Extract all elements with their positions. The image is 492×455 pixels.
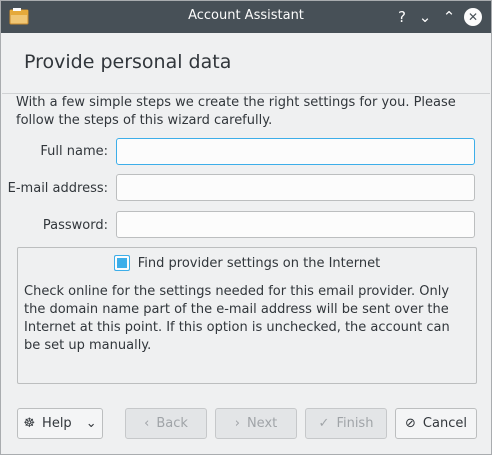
full-name-label: Full name: [40,144,108,159]
provider-checkbox[interactable] [113,255,130,271]
help-lifebuoy-icon: ☸ [23,416,36,431]
checkmark-icon: ✓ [318,416,330,431]
finish-button-label: Finish [336,416,374,431]
help-icon[interactable]: ? [392,7,412,27]
password-label: Password: [42,218,108,233]
wizard-page: Provide personal data With a few simple … [2,33,490,454]
page-title: Provide personal data [24,51,232,73]
close-button[interactable]: ✕ [464,8,482,26]
cancel-button[interactable]: ⊘ Cancel [395,408,477,439]
back-button-label: Back [156,416,188,431]
email-label: E-mail address: [7,181,108,196]
password-field[interactable] [116,211,475,238]
chevron-right-icon: › [234,416,240,431]
intro-text: With a few simple steps we create the ri… [16,95,456,128]
finish-button[interactable]: ✓ Finish [305,408,387,439]
minimize-icon[interactable]: ⌄ [415,7,435,27]
title-bar[interactable]: Account Assistant ? ⌄ ⌃ ✕ [1,1,491,33]
help-button-label: Help [42,416,72,431]
chevron-left-icon: ‹ [144,416,150,431]
provider-settings-group: Find provider settings on the Internet C… [17,247,477,384]
back-button[interactable]: ‹ Back [125,408,207,439]
provider-checkbox-label[interactable]: Find provider settings on the Internet [138,256,380,271]
chevron-down-icon: ⌄ [85,416,97,431]
close-icon: ✕ [467,10,479,24]
provider-help-text: Check online for the settings needed for… [24,284,450,353]
next-button-label: Next [246,416,278,431]
full-name-field[interactable] [116,138,475,165]
cancel-button-label: Cancel [422,416,467,431]
email-field[interactable] [116,174,475,201]
account-assistant-window: Account Assistant ? ⌄ ⌃ ✕ Provide person… [0,0,492,455]
help-button[interactable]: ☸ Help ⌄ [17,408,103,439]
cancel-icon: ⊘ [405,416,416,431]
provider-checkbox-row[interactable]: Find provider settings on the Internet [18,252,476,274]
maximize-icon[interactable]: ⌃ [439,7,459,27]
next-button[interactable]: › Next [215,408,297,439]
